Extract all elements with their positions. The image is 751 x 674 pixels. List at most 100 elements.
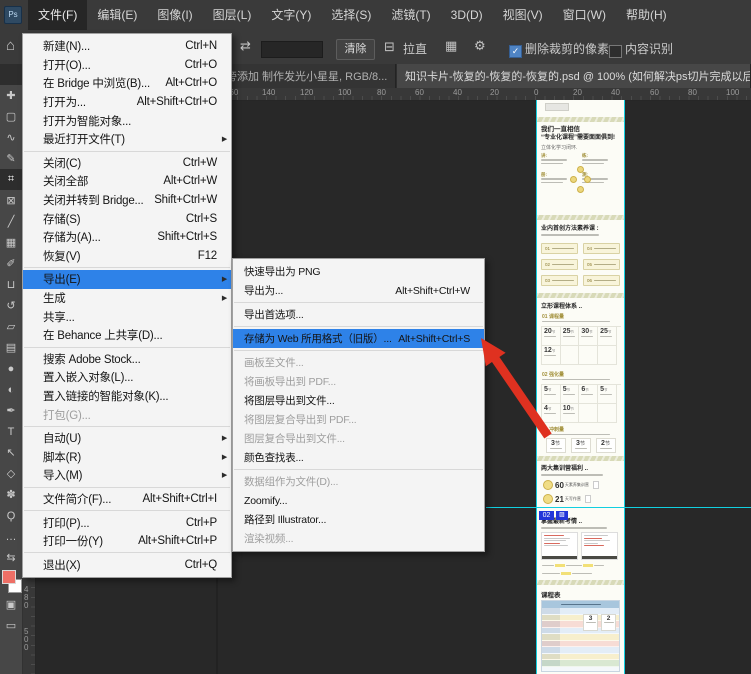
file-menu-item-8[interactable]: 关闭全部Alt+Ctrl+W — [23, 172, 231, 191]
hand-tool[interactable]: ✽ — [0, 484, 22, 505]
gear-icon[interactable]: ⚙ — [474, 38, 486, 54]
guide-vertical-right[interactable] — [624, 100, 625, 674]
quick-selection-tool[interactable]: ✎ — [0, 148, 22, 169]
close-icon[interactable]: × — [394, 69, 396, 83]
file-menu-item-26[interactable]: 打印一份(Y)Alt+Shift+Ctrl+P — [23, 532, 231, 551]
export-menu-item-3[interactable]: 导出首选项... — [233, 305, 484, 324]
content-aware-label[interactable]: 内容识别 — [625, 40, 673, 57]
path-select-tool[interactable]: ↖ — [0, 442, 22, 463]
menubar-item-编辑(E)[interactable]: 编辑(E) — [87, 0, 147, 30]
tab-document-1[interactable]: 旁添加 制作发光小星星, RGB/8... × — [218, 64, 396, 88]
export-menu-item-4[interactable]: 存储为 Web 所用格式（旧版）...Alt+Shift+Ctrl+S — [233, 329, 484, 348]
blur-tool[interactable]: ● — [0, 358, 22, 379]
file-menu-item-20[interactable]: 打包(G)... — [23, 405, 231, 424]
home-icon[interactable]: ⌂ — [6, 37, 15, 54]
dodge-tool[interactable]: ◐ — [0, 379, 22, 400]
file-menu-item-21[interactable]: 自动(U)▶ — [23, 429, 231, 448]
healing-tool[interactable]: ▦ — [0, 232, 22, 253]
export-menu-item-7[interactable]: 将图层导出到文件... — [233, 391, 484, 410]
guide-horizontal[interactable] — [486, 507, 751, 508]
menubar-item-3D(D)[interactable]: 3D(D) — [441, 0, 493, 30]
eyedropper-tool[interactable]: ╱ — [0, 211, 22, 232]
shape-tool[interactable]: ◇ — [0, 463, 22, 484]
marquee-tool[interactable]: ▢ — [0, 106, 22, 127]
file-menu-item-25[interactable]: 打印(P)...Ctrl+P — [23, 513, 231, 532]
crop-tool[interactable]: ⌗ — [0, 169, 22, 190]
swap-dimensions-icon[interactable]: ⇄ — [240, 38, 251, 54]
file-menu-item-3[interactable]: 在 Bridge 中浏览(B)...Alt+Ctrl+O — [23, 74, 231, 93]
menubar-item-窗口(W)[interactable]: 窗口(W) — [553, 0, 616, 30]
file-menu-item-13[interactable]: 导出(E)▶ — [23, 270, 231, 289]
tab-document-2[interactable]: 知识卡片-恢复的-恢复的-恢复的.psd @ 100% (如何解决ps切片完成以… — [397, 64, 751, 88]
file-menu-item-27[interactable]: 退出(X)Ctrl+Q — [23, 555, 231, 574]
file-menu-item-2[interactable]: 打开(O)...Ctrl+O — [23, 56, 231, 75]
file-menu-item-11[interactable]: 存储为(A)...Shift+Ctrl+S — [23, 228, 231, 247]
export-menu-item-12[interactable]: Zoomify... — [233, 491, 484, 510]
menu-item-shortcut: Ctrl+N — [185, 40, 227, 52]
eraser-tool[interactable]: ▱ — [0, 316, 22, 337]
file-menu-item-12[interactable]: 恢复(V)F12 — [23, 247, 231, 266]
screen-mode-icon[interactable]: ▭ — [0, 615, 22, 636]
clone-stamp-tool[interactable]: ⊔ — [0, 274, 22, 295]
file-menu-item-24[interactable]: 文件简介(F)...Alt+Shift+Ctrl+I — [23, 490, 231, 509]
crop-size-input[interactable] — [261, 41, 323, 58]
file-menu-item-18[interactable]: 置入嵌入对象(L)... — [23, 368, 231, 387]
file-menu-item-19[interactable]: 置入链接的智能对象(K)... — [23, 387, 231, 406]
quick-mask-icon[interactable]: ▣ — [0, 594, 22, 615]
guide-vertical-left[interactable] — [536, 100, 537, 674]
export-menu-item-13[interactable]: 路径到 Illustrator... — [233, 510, 484, 529]
move-tool[interactable]: ✚ — [0, 85, 22, 106]
export-menu-item-5[interactable]: 画板至文件... — [233, 353, 484, 372]
export-menu-item-6[interactable]: 将画板导出到 PDF... — [233, 372, 484, 391]
gradient-tool[interactable]: ▤ — [0, 337, 22, 358]
menubar-item-滤镜(T)[interactable]: 滤镜(T) — [381, 0, 440, 30]
export-menu-item-8[interactable]: 将图层复合导出到 PDF... — [233, 410, 484, 429]
file-menu-item-22[interactable]: 脚本(R)▶ — [23, 447, 231, 466]
more-tools[interactable]: … — [0, 526, 22, 547]
export-menu-item-2[interactable]: 导出为...Alt+Shift+Ctrl+W — [233, 281, 484, 300]
file-menu-item-9[interactable]: 关闭并转到 Bridge...Shift+Ctrl+W — [23, 191, 231, 210]
straighten-label[interactable]: 拉直 — [403, 40, 427, 57]
file-menu-item-1[interactable]: 新建(N)...Ctrl+N — [23, 37, 231, 56]
zoom-tool[interactable]: Ϙ — [0, 505, 22, 526]
brush-tool[interactable]: ✐ — [0, 253, 22, 274]
menubar-item-视图(V)[interactable]: 视图(V) — [493, 0, 553, 30]
menubar-item-选择(S)[interactable]: 选择(S) — [321, 0, 381, 30]
export-menu-item-14[interactable]: 渲染视频... — [233, 529, 484, 548]
file-menu-item-5[interactable]: 打开为智能对象... — [23, 111, 231, 130]
file-menu-item-7[interactable]: 关闭(C)Ctrl+W — [23, 154, 231, 173]
delete-cropped-pixels-checkbox[interactable]: ✓ — [509, 45, 522, 58]
delete-cropped-pixels-label[interactable]: 删除裁剪的像素 — [525, 40, 609, 57]
file-menu-item-4[interactable]: 打开为...Alt+Shift+Ctrl+O — [23, 93, 231, 112]
file-menu-item-6[interactable]: 最近打开文件(T)▶ — [23, 130, 231, 149]
pen-tool[interactable]: ✒ — [0, 400, 22, 421]
color-swatches[interactable] — [0, 568, 22, 594]
file-menu-item-16[interactable]: 在 Behance 上共享(D)... — [23, 326, 231, 345]
lasso-tool[interactable]: ∿ — [0, 127, 22, 148]
file-menu-item-14[interactable]: 生成▶ — [23, 289, 231, 308]
export-menu-item-1[interactable]: 快速导出为 PNG — [233, 262, 484, 281]
arrange-tool[interactable]: ⇆ — [0, 547, 22, 568]
menubar-item-图层(L)[interactable]: 图层(L) — [203, 0, 262, 30]
straighten-icon[interactable]: ⊟ — [384, 39, 395, 55]
export-menu-item-9[interactable]: 图层复合导出到文件... — [233, 429, 484, 448]
slice-tool[interactable]: ⊠ — [0, 190, 22, 211]
type-tool[interactable]: T — [0, 421, 22, 442]
history-brush-tool[interactable]: ↺ — [0, 295, 22, 316]
foreground-color-swatch[interactable] — [2, 570, 16, 584]
clear-button[interactable]: 清除 — [336, 39, 375, 60]
horizontal-ruler[interactable]: 16014012010080604020020406080100 — [218, 88, 751, 101]
overlay-grid-icon[interactable]: ▦ — [445, 38, 457, 54]
file-menu-item-15[interactable]: 共享... — [23, 307, 231, 326]
export-menu-item-11[interactable]: 数据组作为文件(D)... — [233, 472, 484, 491]
export-menu-item-10[interactable]: 颜色查找表... — [233, 448, 484, 467]
file-menu-item-23[interactable]: 导入(M)▶ — [23, 466, 231, 485]
menubar-item-文字(Y)[interactable]: 文字(Y) — [261, 0, 321, 30]
file-menu-item-10[interactable]: 存储(S)Ctrl+S — [23, 209, 231, 228]
content-aware-checkbox[interactable] — [609, 45, 622, 58]
menubar-item-帮助(H)[interactable]: 帮助(H) — [616, 0, 677, 30]
file-menu-item-17[interactable]: 搜索 Adobe Stock... — [23, 350, 231, 369]
document-canvas[interactable]: 我们一直相信 “专业化课程”需要面面俱到! 立体化学习闭环. 讲:练:册:测: … — [537, 100, 624, 674]
menubar-item-图像(I)[interactable]: 图像(I) — [147, 0, 202, 30]
menubar-item-文件(F)[interactable]: 文件(F) — [28, 0, 87, 30]
